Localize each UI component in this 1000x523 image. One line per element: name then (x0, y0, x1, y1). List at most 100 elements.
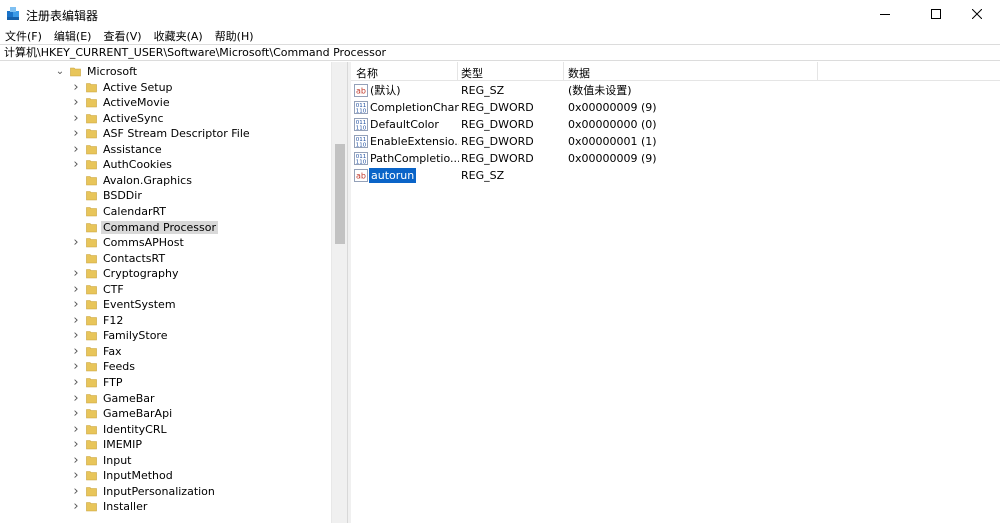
chevron-right-icon[interactable]: › (71, 422, 81, 437)
column-header-data[interactable]: 数据 (568, 65, 590, 81)
tree-item[interactable]: › InputMethod (0, 468, 331, 483)
tree-item[interactable]: › AuthCookies (0, 157, 331, 172)
value-row[interactable]: ab (默认) REG_SZ (数值未设置) (351, 82, 1000, 99)
chevron-right-icon[interactable]: › (71, 157, 81, 172)
value-row[interactable]: 110 011 EnableExtensio... REG_DWORD 0x000000… (351, 133, 1000, 150)
close-button[interactable] (954, 0, 1000, 28)
folder-icon (86, 222, 97, 232)
chevron-right-icon[interactable]: › (71, 499, 81, 514)
column-divider[interactable] (457, 62, 458, 81)
chevron-right-icon[interactable]: › (71, 437, 81, 452)
chevron-right-icon[interactable]: › (71, 375, 81, 390)
chevron-right-icon[interactable]: › (71, 126, 81, 141)
folder-icon (86, 238, 97, 248)
tree-item[interactable]: › Fax (0, 344, 331, 359)
chevron-right-icon[interactable]: › (71, 468, 81, 483)
list-header: 名称 类型 数据 (351, 62, 1000, 81)
tree-item-label: Avalon.Graphics (103, 173, 192, 187)
tree-item-microsoft[interactable]: ⌄ Microsoft (0, 64, 331, 79)
tree-item[interactable]: › CTF (0, 282, 331, 297)
registry-editor-icon (7, 7, 19, 20)
tree-item[interactable]: › Input (0, 453, 331, 468)
chevron-down-icon[interactable]: ⌄ (55, 64, 65, 79)
chevron-right-icon[interactable]: › (71, 142, 81, 157)
column-header-type[interactable]: 类型 (461, 65, 483, 81)
tree-item-label: F12 (103, 313, 124, 327)
value-row[interactable]: 110 011 CompletionChar REG_DWORD 0x00000009 … (351, 99, 1000, 116)
chevron-right-icon[interactable]: › (71, 235, 81, 250)
chevron-right-icon[interactable]: › (71, 406, 81, 421)
tree-item[interactable]: › EventSystem (0, 297, 331, 312)
column-divider[interactable] (817, 62, 818, 81)
chevron-right-icon[interactable]: › (71, 328, 81, 343)
tree-item[interactable]: › ASF Stream Descriptor File (0, 126, 331, 141)
folder-icon (86, 347, 97, 357)
key-tree-pane: ⌄ Microsoft › Active Setup › ActiveMovie › Ac… (0, 62, 347, 523)
chevron-right-icon[interactable]: › (71, 484, 81, 499)
tree-item[interactable]: Command Processor (0, 220, 331, 235)
column-divider[interactable] (563, 62, 564, 81)
folder-icon (86, 378, 97, 388)
minimize-button[interactable] (862, 0, 908, 28)
title-bar: 注册表编辑器 (0, 0, 1000, 28)
value-type: REG_DWORD (461, 118, 534, 131)
tree-item-label: Feeds (103, 360, 135, 374)
tree-item[interactable]: › ActiveMovie (0, 95, 331, 110)
address-bar[interactable]: 计算机\HKEY_CURRENT_USER\Software\Microsoft… (0, 44, 1000, 61)
svg-text:ab: ab (356, 87, 366, 96)
tree-item[interactable]: › Active Setup (0, 80, 331, 95)
chevron-right-icon[interactable]: › (71, 453, 81, 468)
column-header-name[interactable]: 名称 (356, 65, 378, 81)
tree-item-label: CTF (103, 282, 124, 296)
value-name-edit-field[interactable]: autorun (369, 168, 417, 183)
tree-item[interactable]: › FamilyStore (0, 328, 331, 343)
value-data: 0x00000000 (0) (568, 118, 657, 131)
tree-item[interactable]: › Cryptography (0, 266, 331, 281)
tree-item[interactable]: › InputPersonalization (0, 484, 331, 499)
chevron-right-icon[interactable]: › (71, 266, 81, 281)
tree-item[interactable]: › GameBarApi (0, 406, 331, 421)
folder-icon (86, 176, 97, 186)
tree-item[interactable]: BSDDir (0, 188, 331, 203)
tree-item[interactable]: › IdentityCRL (0, 422, 331, 437)
tree-item[interactable]: CalendarRT (0, 204, 331, 219)
chevron-right-icon[interactable]: › (71, 95, 81, 110)
chevron-right-icon[interactable]: › (71, 111, 81, 126)
chevron-right-icon[interactable]: › (71, 313, 81, 328)
menu-favorites[interactable]: 收藏夹(A) (148, 28, 209, 44)
folder-icon (86, 440, 97, 450)
svg-text:011: 011 (356, 103, 367, 109)
chevron-right-icon[interactable]: › (71, 80, 81, 95)
chevron-right-icon[interactable]: › (71, 391, 81, 406)
tree-item[interactable]: › Feeds (0, 359, 331, 374)
chevron-right-icon[interactable]: › (71, 297, 81, 312)
chevron-right-icon[interactable]: › (71, 282, 81, 297)
menu-help[interactable]: 帮助(H) (209, 28, 260, 44)
value-row[interactable]: 110 011 PathCompletio... REG_DWORD 0x0000000… (351, 150, 1000, 167)
tree-item[interactable]: ContactsRT (0, 251, 331, 266)
tree-scrollbar[interactable] (331, 62, 347, 523)
tree-item-label: ActiveMovie (103, 96, 170, 110)
menu-view[interactable]: 查看(V) (97, 28, 147, 44)
tree-item[interactable]: › F12 (0, 313, 331, 328)
tree-item[interactable]: › ActiveSync (0, 111, 331, 126)
tree-scrollbar-thumb[interactable] (335, 144, 345, 244)
tree-item[interactable]: › IMEMIP (0, 437, 331, 452)
menu-file[interactable]: 文件(F) (0, 28, 48, 44)
tree-item[interactable]: › FTP (0, 375, 331, 390)
value-row[interactable]: ab autorun REG_SZ (351, 167, 1000, 184)
menu-edit[interactable]: 编辑(E) (48, 28, 98, 44)
tree-item-label: BSDDir (103, 189, 142, 203)
value-row[interactable]: 110 011 DefaultColor REG_DWORD 0x00000000 (0… (351, 116, 1000, 133)
maximize-button[interactable] (913, 0, 959, 28)
tree-item[interactable]: Avalon.Graphics (0, 173, 331, 188)
tree-item[interactable]: › Installer (0, 499, 331, 514)
value-data: (数值未设置) (568, 84, 632, 97)
tree-item[interactable]: › Assistance (0, 142, 331, 157)
tree-item[interactable]: › CommsAPHost (0, 235, 331, 250)
chevron-right-icon[interactable]: › (71, 344, 81, 359)
tree-item[interactable]: › GameBar (0, 391, 331, 406)
folder-icon (86, 409, 97, 419)
chevron-right-icon[interactable]: › (71, 359, 81, 374)
tree-item-label: Fax (103, 344, 122, 358)
